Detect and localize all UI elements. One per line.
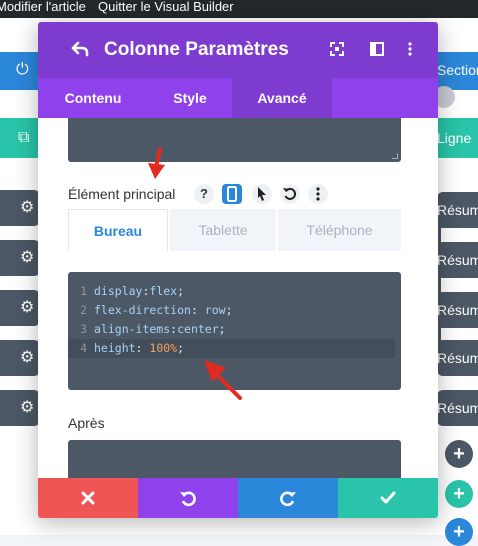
line-number: 3 — [80, 322, 87, 336]
after-label: Après — [68, 415, 105, 431]
add-section-button[interactable]: + — [445, 518, 473, 546]
css-end: ; — [177, 284, 185, 298]
settings-icon[interactable]: ⚙ — [20, 200, 34, 216]
annotation-arrow-icon — [148, 147, 165, 179]
module-controls[interactable]: ⚙ — [0, 340, 40, 376]
css-property: height — [94, 341, 136, 355]
css-value: row — [204, 303, 226, 317]
module-controls[interactable]: ⚙ — [0, 190, 40, 226]
cursor-icon[interactable] — [252, 184, 272, 204]
undo-button[interactable] — [138, 478, 238, 518]
css-end: ; — [218, 322, 226, 336]
add-row-button[interactable]: + — [445, 480, 473, 508]
clone-icon[interactable]: ⧉ — [18, 130, 29, 146]
fullscreen-icon[interactable] — [329, 41, 345, 57]
power-icon[interactable]: ⏻ — [16, 62, 29, 78]
settings-body: Élément principal ? Bureau Tablette Télé… — [38, 118, 438, 500]
module-label[interactable]: Résumé — [437, 390, 478, 426]
reset-icon[interactable] — [280, 184, 300, 204]
line-number: 2 — [80, 303, 87, 317]
save-button[interactable] — [338, 478, 438, 518]
sidebar-layout-icon[interactable] — [369, 41, 385, 57]
admin-bar: Modifier l'article Quitter le Visual Bui… — [0, 0, 478, 18]
module-label[interactable]: Résumé — [437, 242, 478, 278]
module-label[interactable]: Résumé — [437, 292, 478, 328]
main-element-label: Élément principal — [68, 186, 176, 202]
check-icon — [380, 491, 396, 504]
css-value: 100% — [149, 341, 178, 355]
cancel-button[interactable] — [38, 478, 138, 518]
module-label[interactable]: Résumé — [437, 192, 478, 228]
css-property: align-items — [94, 322, 171, 336]
tab-avance[interactable]: Avancé — [232, 78, 332, 118]
module-controls[interactable]: ⚙ — [0, 390, 40, 426]
redo-icon — [280, 491, 296, 507]
settings-icon[interactable]: ⚙ — [20, 250, 34, 266]
device-tabs: Bureau Tablette Téléphone — [68, 209, 401, 251]
modal-title: Colonne Paramètres — [104, 39, 289, 60]
resize-handle[interactable] — [392, 153, 398, 159]
code-line: 1 display:flex; — [68, 282, 395, 301]
tab-style[interactable]: Style — [148, 78, 232, 118]
modal-header: Colonne Paramètres — [38, 22, 438, 78]
css-property: display — [94, 284, 143, 298]
css-end: ; — [225, 303, 233, 317]
undo-icon — [180, 491, 196, 507]
tab-contenu[interactable]: Contenu — [38, 78, 148, 118]
code-line: 2 flex-direction: row; — [68, 301, 395, 320]
edit-post-link[interactable]: Modifier l'article — [0, 0, 86, 14]
tab-bureau[interactable]: Bureau — [68, 209, 168, 251]
help-icon[interactable]: ? — [194, 184, 214, 204]
module-controls[interactable]: ⚙ — [0, 290, 40, 326]
tab-tablette[interactable]: Tablette — [170, 209, 276, 251]
settings-icon[interactable]: ⚙ — [20, 400, 34, 416]
vertical-dots-icon[interactable] — [308, 184, 328, 204]
css-end: ; — [177, 341, 185, 355]
back-arrow-icon[interactable] — [70, 39, 90, 59]
settings-icon[interactable]: ⚙ — [20, 350, 34, 366]
line-number: 1 — [80, 284, 87, 298]
close-icon — [81, 491, 95, 505]
css-property: flex-direction — [94, 303, 191, 317]
line-number: 4 — [80, 341, 87, 355]
css-value: flex — [149, 284, 178, 298]
redo-button[interactable] — [238, 478, 338, 518]
section-label: Section — [437, 62, 478, 78]
module-controls[interactable]: ⚙ — [0, 240, 40, 276]
css-separator: : — [135, 341, 150, 355]
settings-icon[interactable]: ⚙ — [20, 300, 34, 316]
module-label[interactable]: Résumé — [437, 340, 478, 376]
column-settings-modal: Colonne Paramètres Contenu Style Avancé … — [38, 22, 438, 518]
css-value: center — [177, 322, 219, 336]
add-module-button[interactable]: + — [445, 440, 473, 468]
phone-icon[interactable] — [222, 184, 242, 204]
row-label: Ligne — [437, 130, 472, 146]
quit-visual-builder-link[interactable]: Quitter le Visual Builder — [98, 0, 234, 14]
modal-footer — [38, 478, 438, 518]
tab-telephone[interactable]: Téléphone — [278, 209, 401, 251]
vertical-dots-icon[interactable] — [402, 41, 418, 57]
settings-tabs: Contenu Style Avancé — [38, 78, 438, 118]
annotation-arrow-icon — [204, 360, 242, 400]
css-separator: : — [190, 303, 205, 317]
code-line: 3 align-items:center; — [68, 320, 395, 339]
previous-css-field[interactable] — [68, 118, 401, 162]
